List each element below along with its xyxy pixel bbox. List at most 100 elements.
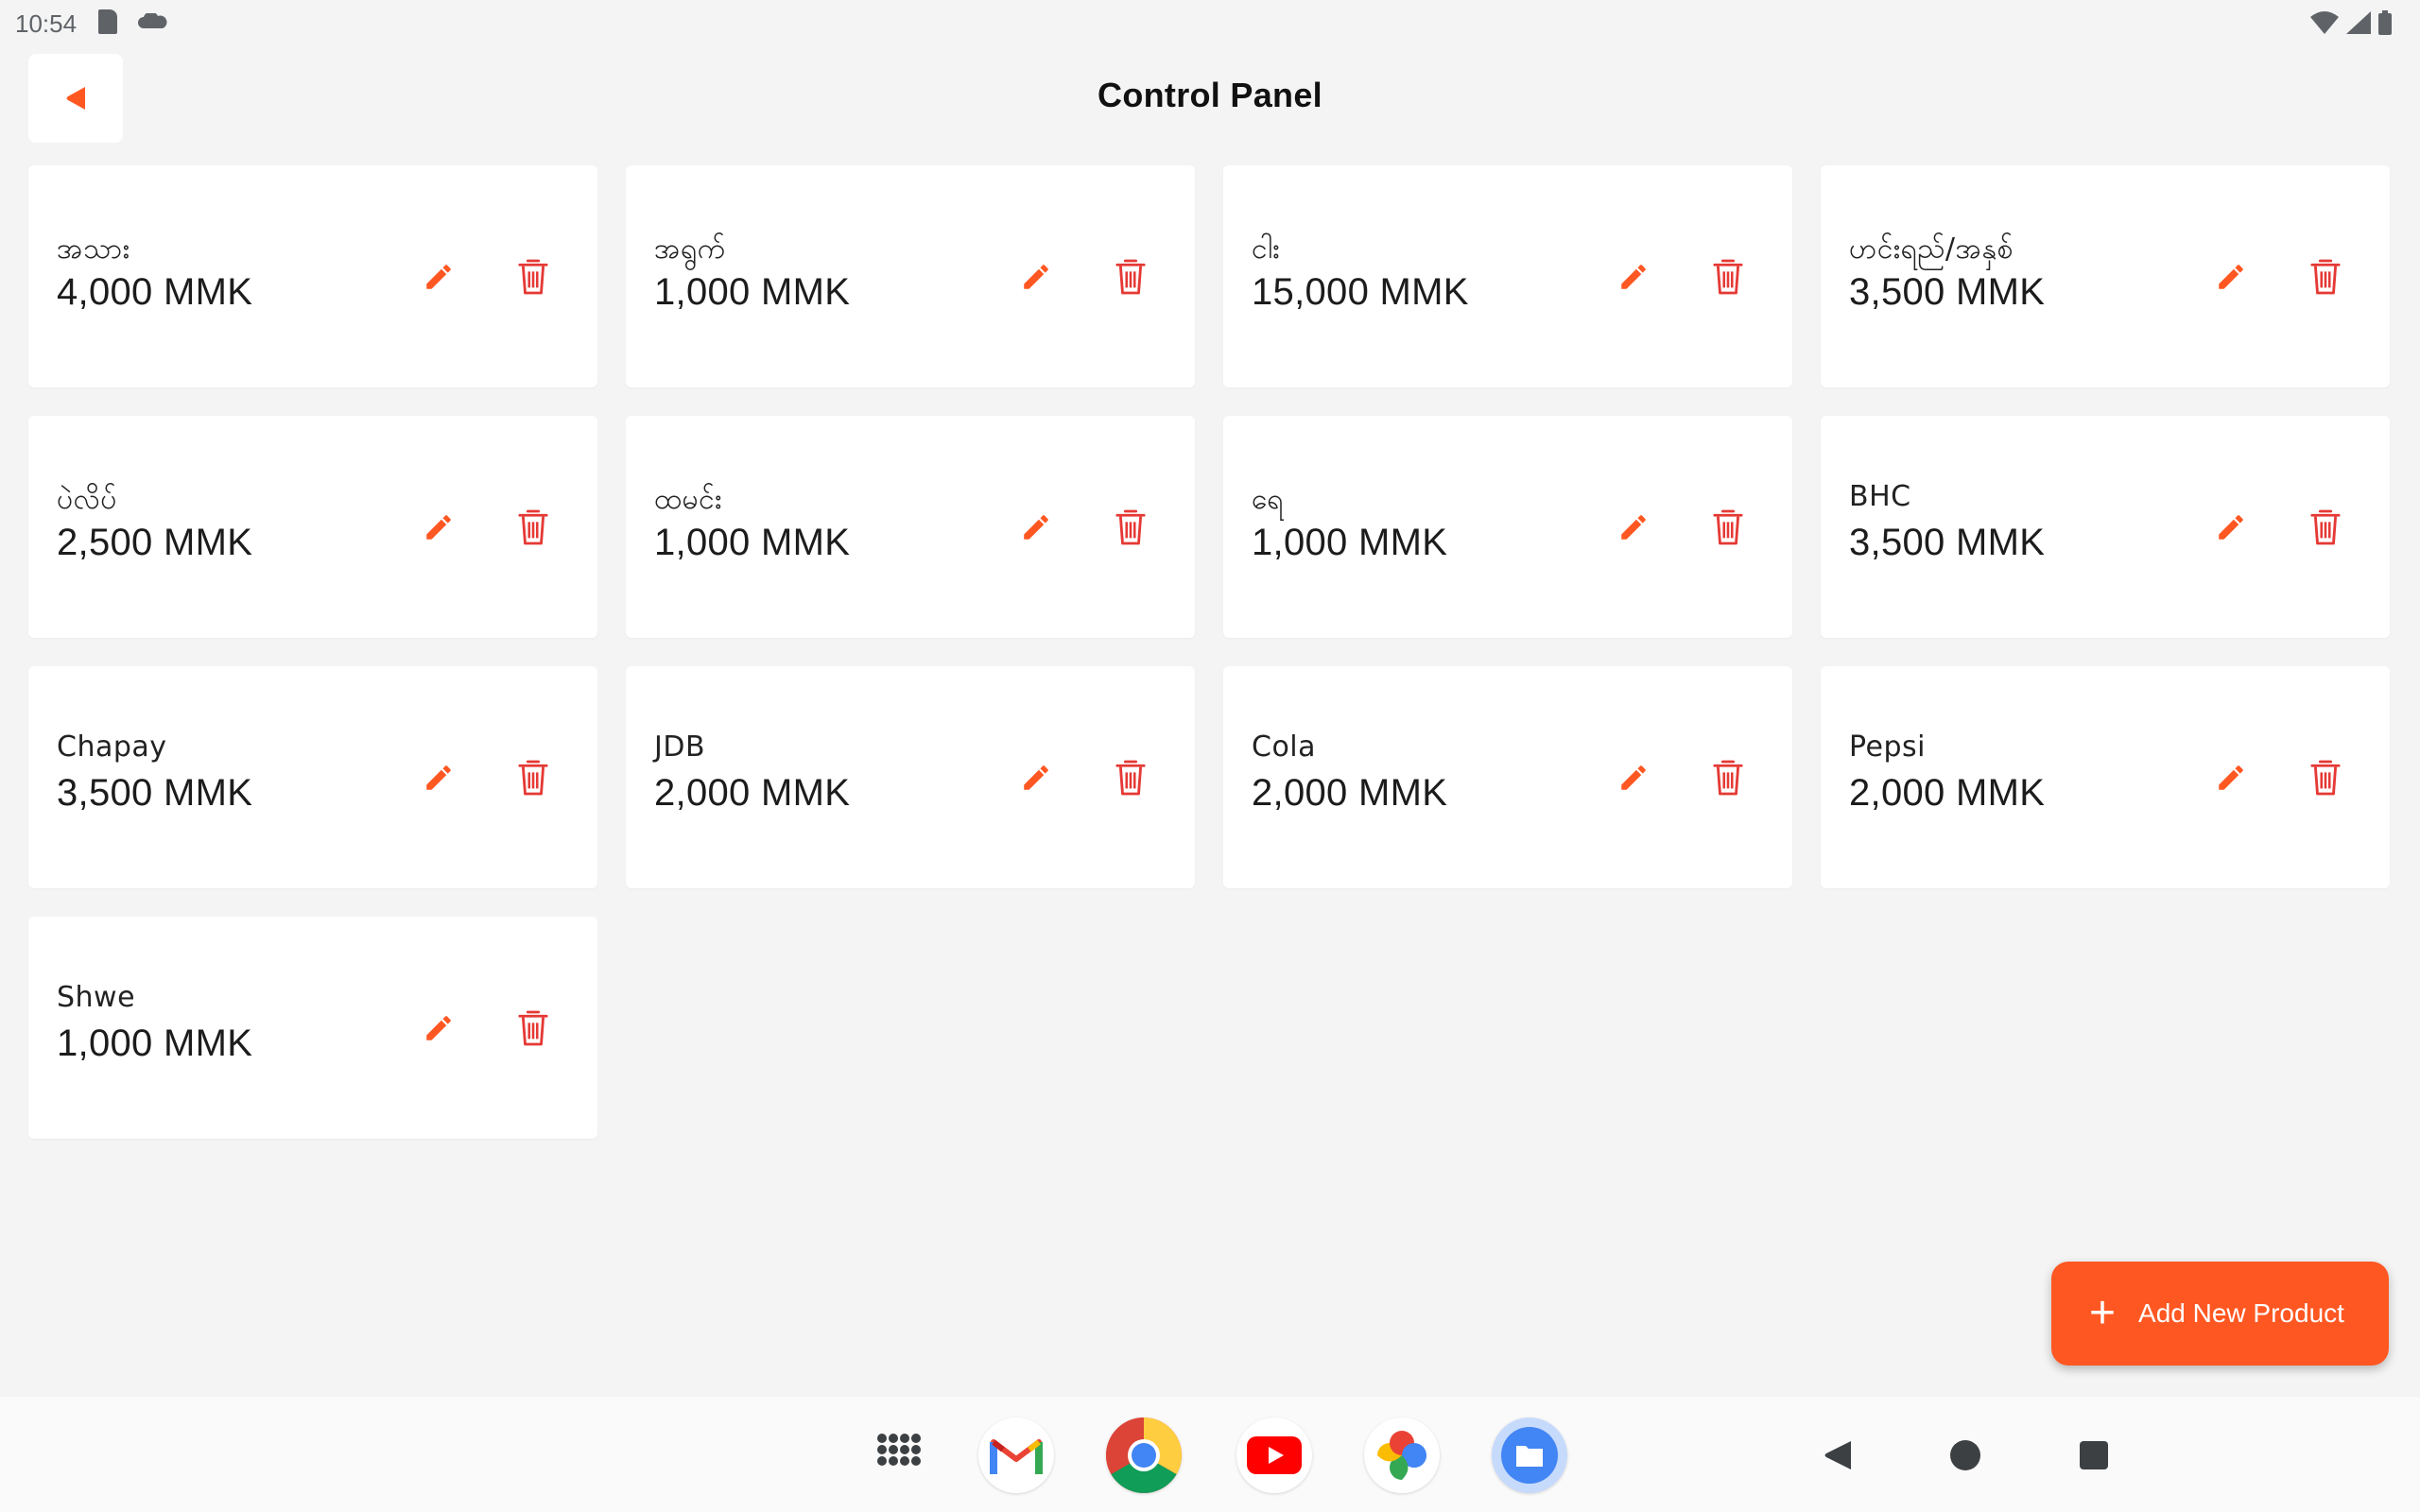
taskbar <box>0 1397 2420 1512</box>
delete-button[interactable] <box>1707 505 1749 550</box>
edit-button[interactable] <box>418 1007 459 1049</box>
pencil-icon <box>2219 765 2243 790</box>
edit-button[interactable] <box>1613 757 1654 799</box>
sd-card-icon <box>98 9 117 34</box>
edit-button[interactable] <box>418 757 459 799</box>
trash-icon <box>518 760 548 796</box>
cellular-signal-icon <box>2346 11 2371 34</box>
youtube-icon <box>1247 1436 1302 1474</box>
trash-icon <box>1713 760 1743 796</box>
product-card: ငါး 15,000 MMK <box>1223 165 1792 387</box>
product-price: 3,500 MMK <box>1849 522 2046 563</box>
edit-button[interactable] <box>1613 256 1654 298</box>
pencil-icon <box>426 265 451 289</box>
files-app-button[interactable] <box>1492 1418 1567 1493</box>
edit-button[interactable] <box>418 507 459 548</box>
product-price: 3,500 MMK <box>1849 271 2046 313</box>
pencil-icon <box>1621 515 1646 540</box>
product-card: JDB 2,000 MMK <box>626 666 1195 888</box>
recents-nav-icon <box>2080 1441 2108 1469</box>
delete-button[interactable] <box>1110 505 1151 550</box>
pencil-icon <box>426 765 451 790</box>
product-card: ပဲလိပ် 2,500 MMK <box>28 416 597 638</box>
app-drawer-button[interactable] <box>861 1418 937 1493</box>
home-nav-button[interactable] <box>1927 1418 2003 1493</box>
trash-icon <box>2310 760 2341 796</box>
product-price: 3,500 MMK <box>57 772 253 814</box>
product-name: ပဲလိပ် <box>57 483 117 516</box>
edit-button[interactable] <box>1015 256 1057 298</box>
trash-icon <box>518 259 548 295</box>
back-nav-button[interactable] <box>1800 1418 1876 1493</box>
edit-button[interactable] <box>2210 507 2252 548</box>
product-card: ထမင်း 1,000 MMK <box>626 416 1195 638</box>
edit-button[interactable] <box>2210 256 2252 298</box>
photos-app-button[interactable] <box>1364 1418 1440 1493</box>
edit-button[interactable] <box>2210 757 2252 799</box>
product-price: 1,000 MMK <box>654 522 851 563</box>
product-card: Chapay 3,500 MMK <box>28 666 597 888</box>
pencil-icon <box>1621 265 1646 289</box>
chrome-app-button[interactable] <box>1106 1418 1182 1493</box>
trash-icon <box>1713 259 1743 295</box>
product-price: 1,000 MMK <box>1252 522 1448 563</box>
battery-icon <box>2378 10 2392 35</box>
pencil-icon <box>426 515 451 540</box>
product-name: ငါး <box>1252 232 1280 266</box>
app-drawer-icon <box>877 1434 921 1466</box>
product-name: ရေ <box>1252 483 1285 516</box>
product-name: JDB <box>654 730 706 764</box>
add-new-product-label: Add New Product <box>2138 1298 2344 1328</box>
system-icons <box>2310 9 2392 36</box>
home-nav-icon <box>1950 1440 1980 1470</box>
delete-button[interactable] <box>512 505 554 550</box>
product-name: Shwe <box>57 981 136 1014</box>
delete-button[interactable] <box>1110 755 1151 800</box>
cloud-icon <box>138 13 167 28</box>
product-price: 2,000 MMK <box>1252 772 1448 814</box>
trash-icon <box>1115 509 1146 545</box>
recents-nav-button[interactable] <box>2056 1418 2132 1493</box>
pencil-icon <box>426 1016 451 1040</box>
product-card: Pepsi 2,000 MMK <box>1821 666 2390 888</box>
page-title: Control Panel <box>1098 76 1322 114</box>
pencil-icon <box>2219 265 2243 289</box>
product-name: BHC <box>1849 480 1911 513</box>
trash-icon <box>1115 259 1146 295</box>
app-root: 10:54 Control Panel အသား 4,000 MMK အရွက်… <box>0 0 2420 1512</box>
delete-button[interactable] <box>1707 755 1749 800</box>
edit-button[interactable] <box>1613 507 1654 548</box>
pencil-icon <box>1024 515 1048 540</box>
status-time: 10:54 <box>15 9 78 38</box>
wifi-icon <box>2310 11 2339 34</box>
product-card: ရေ 1,000 MMK <box>1223 416 1792 638</box>
gmail-icon <box>990 1439 1043 1474</box>
delete-button[interactable] <box>512 755 554 800</box>
product-name: ဟင်းရည်/အနှစ် <box>1849 232 2014 266</box>
delete-button[interactable] <box>1707 254 1749 300</box>
delete-button[interactable] <box>512 1005 554 1051</box>
delete-button[interactable] <box>2305 254 2346 300</box>
product-name: ထမင်း <box>654 483 722 516</box>
files-icon <box>1501 1427 1558 1484</box>
edit-button[interactable] <box>418 256 459 298</box>
product-name: Chapay <box>57 730 167 764</box>
product-name: Cola <box>1252 730 1317 764</box>
trash-icon <box>518 1010 548 1046</box>
delete-button[interactable] <box>2305 505 2346 550</box>
youtube-app-button[interactable] <box>1236 1418 1312 1493</box>
product-price: 1,000 MMK <box>654 271 851 313</box>
edit-button[interactable] <box>1015 507 1057 548</box>
product-card: Cola 2,000 MMK <box>1223 666 1792 888</box>
add-new-product-button[interactable]: + Add New Product <box>2051 1262 2389 1366</box>
delete-button[interactable] <box>1110 254 1151 300</box>
product-price: 2,000 MMK <box>1849 772 2046 814</box>
product-grid: အသား 4,000 MMK အရွက် 1,000 MMK ငါး 15,00… <box>28 165 2392 1139</box>
product-name: အရွက် <box>654 232 726 266</box>
edit-button[interactable] <box>1015 757 1057 799</box>
pencil-icon <box>1621 765 1646 790</box>
delete-button[interactable] <box>512 254 554 300</box>
gmail-app-button[interactable] <box>978 1418 1054 1493</box>
delete-button[interactable] <box>2305 755 2346 800</box>
pencil-icon <box>1024 265 1048 289</box>
